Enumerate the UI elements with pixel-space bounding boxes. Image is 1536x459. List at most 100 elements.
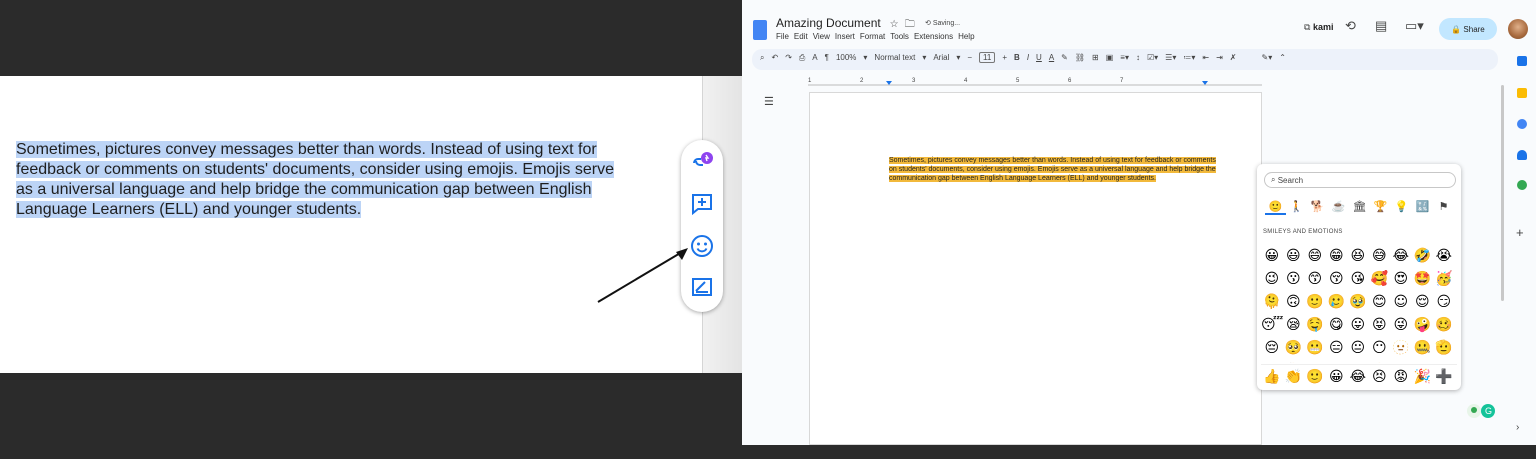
indent-increase-icon[interactable]: ⇥	[1216, 53, 1223, 62]
laugh-emoji[interactable]: 😂	[1347, 365, 1369, 389]
print-icon[interactable]: ⎙	[799, 53, 805, 62]
star-icon[interactable]: ☆	[884, 19, 899, 30]
emoji[interactable]: 😪	[1283, 314, 1305, 337]
travel-category-icon[interactable]: 🏛	[1349, 200, 1370, 213]
menu-file[interactable]: File	[776, 32, 789, 41]
kami-button[interactable]: ⧉ kami	[1304, 22, 1333, 33]
symbols-category-icon[interactable]: 🔣	[1412, 200, 1433, 213]
emoji[interactable]: 🙃	[1283, 291, 1305, 314]
emoji[interactable]: 🤔	[1283, 360, 1305, 363]
emoji[interactable]: 🤐	[1412, 337, 1434, 360]
emoji[interactable]: 😔	[1261, 337, 1283, 360]
emoji[interactable]: 😂	[1390, 245, 1412, 268]
thumbs-up-emoji[interactable]: 👍	[1261, 365, 1283, 389]
emoji[interactable]: 😦	[1412, 360, 1434, 363]
emoji[interactable]: 😮	[1390, 360, 1412, 363]
font-size-field[interactable]: 11	[979, 52, 996, 63]
maps-icon[interactable]	[1517, 180, 1527, 190]
link-icon[interactable]: ⛓	[1075, 53, 1085, 62]
menu-format[interactable]: Format	[860, 32, 885, 41]
emoji[interactable]: 🫡	[1433, 337, 1455, 360]
menu-extensions[interactable]: Extensions	[914, 32, 953, 41]
bullets-icon[interactable]: ☰▾	[1165, 53, 1176, 62]
share-button[interactable]: 🔒 Share	[1439, 18, 1497, 40]
underline-icon[interactable]: U	[1036, 53, 1042, 62]
emoji[interactable]: 🫥	[1390, 337, 1412, 360]
emoji[interactable]: 😏	[1433, 291, 1455, 314]
emoji[interactable]: 😶	[1369, 337, 1391, 360]
bold-icon[interactable]: B	[1014, 53, 1020, 62]
document-page[interactable]	[809, 92, 1262, 445]
clear-format-icon[interactable]: ✗	[1230, 53, 1237, 62]
emoji[interactable]: 😍	[1390, 268, 1412, 291]
emoji[interactable]: 😳	[1347, 360, 1369, 363]
menu-edit[interactable]: Edit	[794, 32, 808, 41]
emoji[interactable]: 🥲	[1326, 291, 1348, 314]
emoji[interactable]: 😊	[1369, 291, 1391, 314]
emoji[interactable]: 😧	[1433, 360, 1455, 363]
expand-panel-icon[interactable]: ›	[1516, 422, 1519, 433]
smile-emoji[interactable]: 🙂	[1304, 365, 1326, 389]
emoji[interactable]: 😀	[1261, 245, 1283, 268]
search-icon[interactable]: ⌕	[760, 53, 764, 62]
emoji[interactable]: 😆	[1347, 245, 1369, 268]
link-ai-icon[interactable]	[689, 148, 715, 174]
emoji[interactable]: 😉	[1261, 268, 1283, 291]
numbered-list-icon[interactable]: ≔▾	[1183, 53, 1195, 62]
menu-help[interactable]: Help	[958, 32, 974, 41]
menu-tools[interactable]: Tools	[890, 32, 909, 41]
emoji[interactable]: 🥹	[1347, 291, 1369, 314]
docs-logo-icon[interactable]	[753, 20, 767, 40]
emoji[interactable]: 😲	[1326, 360, 1348, 363]
font-select[interactable]: Arial	[933, 53, 949, 62]
animals-category-icon[interactable]: 🐕	[1307, 200, 1328, 213]
food-category-icon[interactable]: ☕	[1328, 200, 1349, 213]
emoji[interactable]: 😬	[1304, 337, 1326, 360]
emoji[interactable]: 🤪	[1412, 314, 1434, 337]
emoji[interactable]: 😜	[1390, 314, 1412, 337]
text-color-icon[interactable]: A	[1049, 53, 1054, 62]
style-select[interactable]: Normal text	[874, 53, 915, 62]
objects-category-icon[interactable]: 💡	[1391, 200, 1412, 213]
menu-view[interactable]: View	[813, 32, 830, 41]
emoji[interactable]: 😴	[1261, 314, 1283, 337]
italic-icon[interactable]: I	[1027, 53, 1029, 62]
persevere-emoji[interactable]: 😣	[1369, 365, 1391, 389]
emoji[interactable]: 😄	[1304, 245, 1326, 268]
emoji[interactable]: 😃	[1283, 245, 1305, 268]
emoji[interactable]: 😝	[1369, 314, 1391, 337]
editing-mode-icon[interactable]: ✎▾	[1261, 53, 1272, 62]
emoji[interactable]: 😙	[1304, 268, 1326, 291]
flags-category-icon[interactable]: ⚑	[1433, 200, 1454, 213]
history-icon[interactable]: ⟲	[1345, 18, 1356, 34]
smileys-category-icon[interactable]: 🙂	[1265, 200, 1286, 215]
emoji[interactable]: 😯	[1304, 360, 1326, 363]
emoji[interactable]: 😭	[1433, 245, 1455, 268]
emoji[interactable]: 🥺	[1283, 337, 1305, 360]
grammarly-icon[interactable]: G	[1466, 403, 1496, 419]
document-title[interactable]: Amazing Document	[776, 16, 881, 30]
folder-icon[interactable]: 🗀	[902, 19, 915, 30]
emoji[interactable]: 😑	[1326, 337, 1348, 360]
angry-emoji[interactable]: 😡	[1390, 365, 1412, 389]
add-custom-emoji-icon[interactable]: ➕	[1433, 365, 1455, 389]
activities-category-icon[interactable]: 🏆	[1370, 200, 1391, 213]
align-icon[interactable]: ≡▾	[1120, 53, 1129, 62]
emoji[interactable]: 😛	[1347, 314, 1369, 337]
emoji[interactable]: 🥰	[1369, 268, 1391, 291]
emoji[interactable]: 😮	[1261, 360, 1283, 363]
emoji[interactable]: 🥴	[1433, 314, 1455, 337]
emoji[interactable]: 🤤	[1304, 314, 1326, 337]
calendar-icon[interactable]	[1517, 56, 1527, 66]
menu-insert[interactable]: Insert	[835, 32, 855, 41]
spellcheck-icon[interactable]: A	[812, 53, 817, 62]
emoji[interactable]: 😐	[1347, 337, 1369, 360]
emoji[interactable]: 🙂	[1304, 291, 1326, 314]
emoji[interactable]: 🥳	[1433, 268, 1455, 291]
emoji[interactable]: 🤩	[1412, 268, 1434, 291]
emoji[interactable]: 😚	[1326, 268, 1348, 291]
redo-icon[interactable]: ↷	[785, 53, 792, 62]
add-addon-icon[interactable]: +	[1516, 225, 1524, 240]
emoji[interactable]: 🤣	[1412, 245, 1434, 268]
indent-decrease-icon[interactable]: ⇤	[1202, 53, 1209, 62]
